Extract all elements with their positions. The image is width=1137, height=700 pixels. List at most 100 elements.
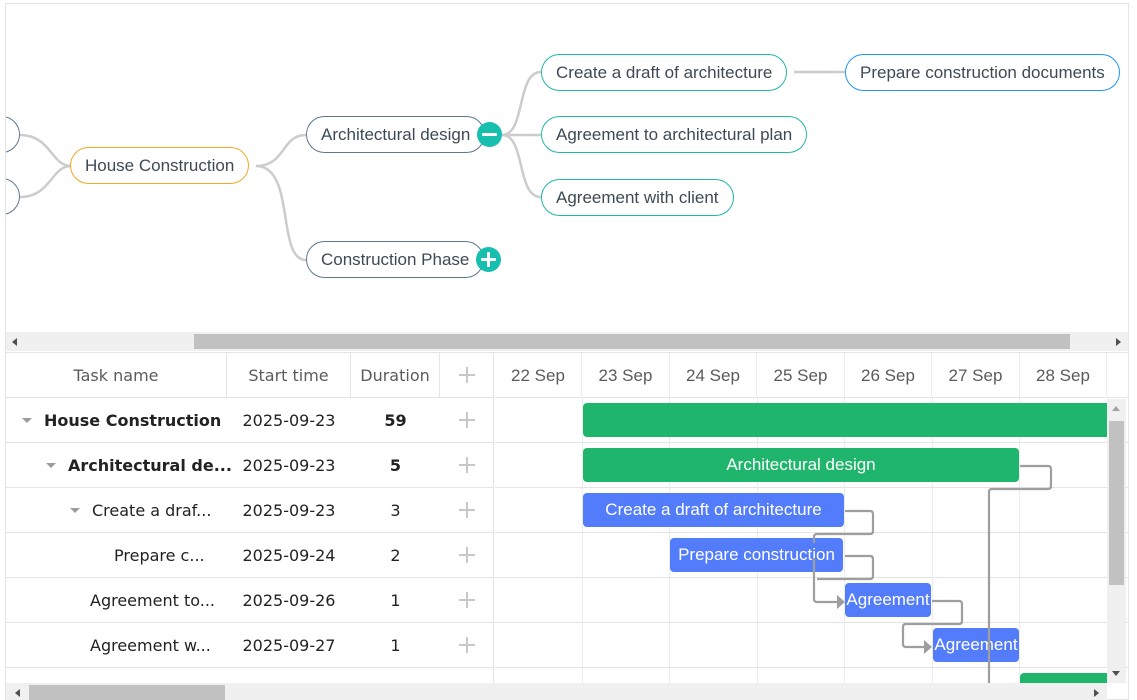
add-icon[interactable] bbox=[459, 367, 475, 383]
timeline-scale: 22 Sep 23 Sep 24 Sep 25 Sep 26 Sep 27 Se… bbox=[495, 353, 1128, 398]
task-name-cell: Agreement to... bbox=[90, 591, 215, 610]
scroll-right-icon[interactable] bbox=[1094, 689, 1099, 697]
start-time-cell: 2025-09-23 bbox=[242, 456, 336, 475]
table-row[interactable]: House Construction 2025-09-23 59 bbox=[6, 398, 493, 443]
task-bar-label: Agreement bbox=[934, 635, 1018, 654]
duration-cell: 2 bbox=[390, 546, 401, 565]
task-bar[interactable] bbox=[1020, 673, 1120, 683]
link-arrow-icon bbox=[924, 640, 932, 654]
mindmap-link bbox=[501, 70, 542, 137]
collapse-toggle-icon[interactable] bbox=[477, 122, 502, 147]
chart-row-line bbox=[495, 487, 1128, 488]
chart-row-line bbox=[495, 577, 1128, 578]
duration-cell: 59 bbox=[384, 411, 407, 430]
mindmap-node-label: House Construction bbox=[85, 156, 235, 175]
column-header-start-time[interactable]: Start time bbox=[227, 353, 351, 398]
mindmap-link bbox=[19, 164, 72, 199]
mindmap-node-prepare-docs[interactable]: Prepare construction documents bbox=[845, 54, 1120, 91]
scale-cell: 28 Sep bbox=[1020, 353, 1107, 398]
task-name-cell: Agreement w... bbox=[90, 636, 211, 655]
task-bar[interactable]: Architectural design bbox=[583, 448, 1019, 482]
mindmap-link bbox=[19, 133, 72, 168]
mindmap-node-label: Architectural design bbox=[321, 125, 471, 144]
mindmap-link bbox=[501, 133, 542, 199]
chart-row-line bbox=[495, 622, 1128, 623]
start-time-cell: 2025-09-23 bbox=[242, 411, 336, 430]
add-subtask-icon[interactable] bbox=[459, 592, 475, 608]
table-row[interactable]: Agreement to... 2025-09-26 1 bbox=[6, 578, 493, 623]
chart-row-line bbox=[495, 442, 1128, 443]
table-row[interactable]: Prepare c... 2025-09-24 2 bbox=[6, 533, 493, 578]
task-bar-label: Create a draft of architecture bbox=[605, 500, 822, 519]
gantt-horizontal-scrollbar[interactable] bbox=[6, 683, 1107, 700]
gantt-grid: Task name Start time Duration House Cons… bbox=[6, 353, 494, 683]
mindmap-horizontal-scrollbar[interactable] bbox=[6, 332, 1128, 351]
mindmap-link bbox=[255, 133, 307, 168]
scale-cell: 22 Sep bbox=[495, 353, 582, 398]
scrollbar-thumb[interactable] bbox=[194, 334, 1070, 349]
column-header-duration[interactable]: Duration bbox=[351, 353, 440, 398]
chart-row-line bbox=[495, 532, 1128, 533]
duration-cell: 1 bbox=[390, 591, 401, 610]
scale-cell: 23 Sep bbox=[582, 353, 670, 398]
expand-caret-icon[interactable] bbox=[46, 463, 56, 468]
mindmap-node-architectural-design[interactable]: Architectural design bbox=[306, 116, 486, 153]
app-container: House Construction Architectural design … bbox=[5, 3, 1129, 700]
grid-column-line bbox=[844, 398, 845, 683]
scale-cell: 27 Sep bbox=[932, 353, 1020, 398]
mindmap-node-label: Agreement with client bbox=[556, 188, 719, 207]
expand-toggle-icon[interactable] bbox=[476, 247, 501, 272]
task-name-cell: House Construction bbox=[44, 411, 222, 430]
mindmap-node-label: Agreement to architectural plan bbox=[556, 125, 793, 144]
add-subtask-icon[interactable] bbox=[459, 637, 475, 653]
table-row[interactable]: Architectural de... 2025-09-23 5 bbox=[6, 443, 493, 488]
add-subtask-icon[interactable] bbox=[459, 547, 475, 563]
duration-cell: 1 bbox=[390, 636, 401, 655]
scale-cell: 25 Sep bbox=[757, 353, 845, 398]
start-time-cell: 2025-09-24 bbox=[242, 546, 336, 565]
expand-caret-icon[interactable] bbox=[70, 508, 80, 513]
scale-cell: 26 Sep bbox=[845, 353, 932, 398]
scroll-right-icon[interactable] bbox=[1116, 338, 1121, 346]
start-time-cell: 2025-09-23 bbox=[242, 501, 336, 520]
duration-cell: 3 bbox=[390, 501, 401, 520]
grid-header: Task name Start time Duration bbox=[6, 353, 493, 398]
task-bar[interactable]: Create a draft of architecture bbox=[583, 493, 844, 527]
task-bar-label: Prepare construction bbox=[678, 545, 835, 564]
duration-cell: 5 bbox=[389, 456, 402, 475]
scroll-up-icon[interactable] bbox=[1112, 406, 1120, 411]
mindmap-link bbox=[255, 164, 307, 262]
mindmap-root-node[interactable]: House Construction bbox=[70, 147, 250, 184]
chart-row-line bbox=[495, 667, 1128, 668]
table-row[interactable]: Agreement w... 2025-09-27 1 bbox=[6, 623, 493, 668]
scrollbar-thumb[interactable] bbox=[1109, 421, 1124, 585]
add-subtask-icon[interactable] bbox=[459, 412, 475, 428]
task-bar[interactable] bbox=[583, 403, 1117, 437]
table-row[interactable]: Create a draf... 2025-09-23 3 bbox=[6, 488, 493, 533]
mindmap-node-agreement-plan[interactable]: Agreement to architectural plan bbox=[541, 116, 808, 153]
grid-column-line bbox=[582, 398, 583, 683]
mindmap-node-construction-phase[interactable]: Construction Phase bbox=[306, 241, 485, 278]
scrollbar-thumb[interactable] bbox=[29, 685, 225, 700]
add-subtask-icon[interactable] bbox=[459, 457, 475, 473]
scroll-left-icon[interactable] bbox=[12, 338, 17, 346]
start-time-cell: 2025-09-26 bbox=[242, 591, 336, 610]
expand-caret-icon[interactable] bbox=[22, 418, 32, 423]
mindmap-node-create-draft[interactable]: Create a draft of architecture bbox=[541, 54, 788, 91]
add-subtask-icon[interactable] bbox=[459, 502, 475, 518]
gantt-chart: 22 Sep 23 Sep 24 Sep 25 Sep 26 Sep 27 Se… bbox=[495, 353, 1128, 683]
mindmap-node-label: Construction Phase bbox=[321, 250, 470, 269]
mindmap-node-label: Prepare construction documents bbox=[860, 63, 1105, 82]
mindmap-node-agreement-client[interactable]: Agreement with client bbox=[541, 179, 734, 216]
column-header-task-name[interactable]: Task name bbox=[6, 353, 227, 398]
scroll-left-icon[interactable] bbox=[15, 689, 20, 697]
scroll-down-icon[interactable] bbox=[1112, 671, 1120, 676]
task-bar[interactable]: Agreement bbox=[845, 583, 931, 617]
task-name-cell: Create a draf... bbox=[92, 501, 212, 520]
mindmap-view: House Construction Architectural design … bbox=[6, 4, 1128, 332]
task-bar[interactable]: Agreement bbox=[933, 628, 1019, 662]
task-bar[interactable]: Prepare construction bbox=[670, 538, 843, 572]
task-bar-label: Agreement bbox=[846, 590, 930, 609]
column-header-add[interactable] bbox=[440, 353, 493, 398]
gantt-vertical-scrollbar[interactable] bbox=[1107, 399, 1126, 683]
